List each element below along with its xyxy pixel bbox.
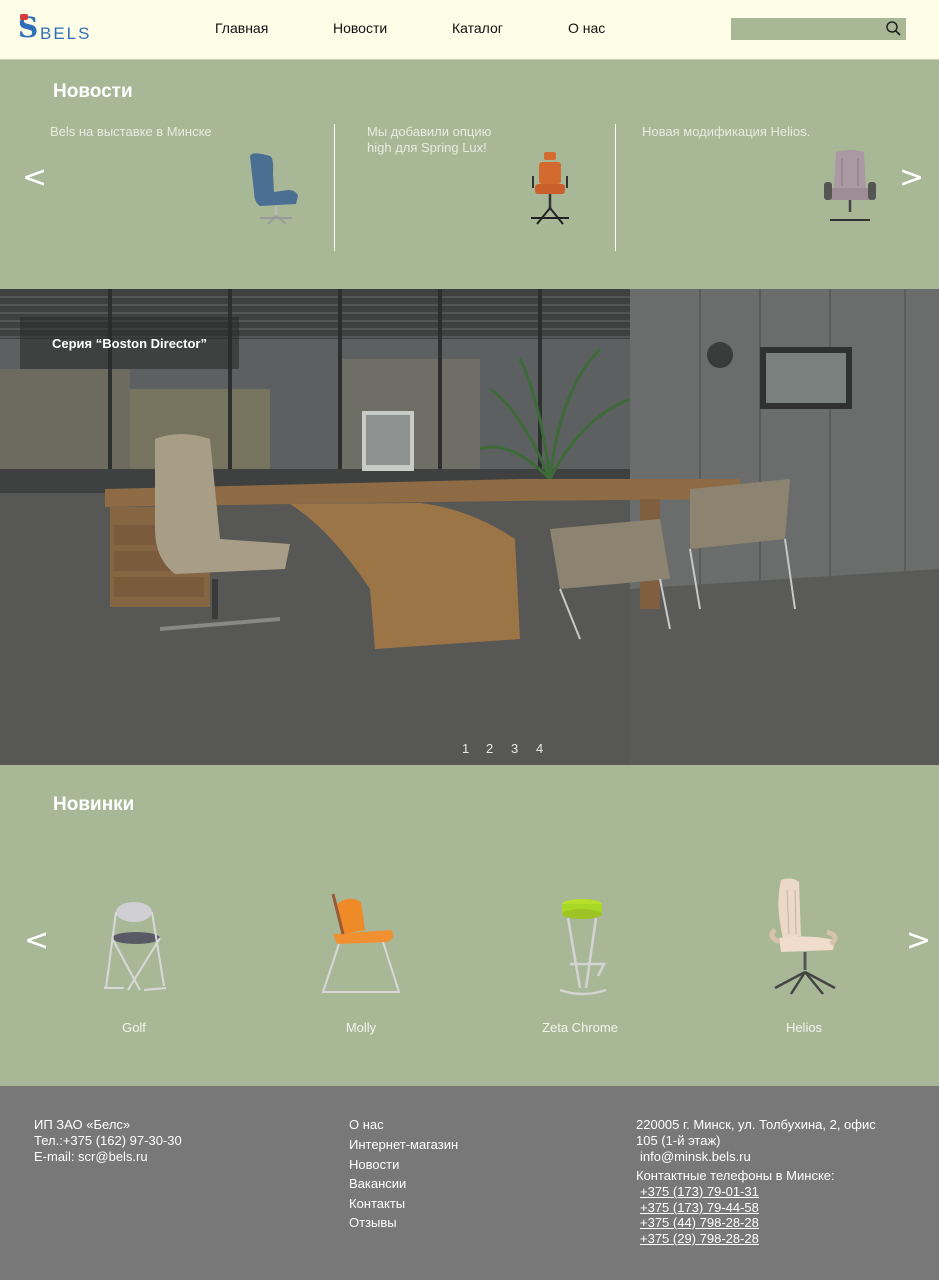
news-divider: [615, 124, 616, 251]
hero-caption: Серия “Boston Director”: [20, 317, 239, 369]
news-divider: [334, 124, 335, 251]
news-prev-arrow[interactable]: <: [22, 163, 47, 193]
nav-news[interactable]: Новости: [333, 20, 387, 36]
product-image: [559, 899, 607, 996]
nav-about[interactable]: О нас: [568, 20, 605, 36]
news-title: Новости: [53, 81, 133, 102]
footer-link-about[interactable]: О нас: [349, 1117, 384, 1132]
product-name[interactable]: Golf: [54, 1020, 214, 1035]
nav-catalog[interactable]: Каталог: [452, 20, 503, 36]
logo-accent: [20, 14, 28, 20]
news-card-image: [824, 150, 876, 221]
news-card-text: Новая модификация Helios.: [642, 124, 811, 139]
footer-email[interactable]: E-mail: scr@bels.ru: [34, 1149, 148, 1165]
footer-phone: Тел.:+375 (162) 97-30-30: [34, 1133, 182, 1148]
footer-phones-label: Контактные телефоны в Минске:: [636, 1168, 835, 1183]
footer-minsk-email[interactable]: info@minsk.bels.ru: [640, 1149, 751, 1165]
product-image: [321, 893, 401, 993]
footer-phone-link[interactable]: +375 (173) 79-44-58: [640, 1200, 759, 1215]
slider-page-4[interactable]: 4: [536, 741, 543, 756]
news-next-arrow[interactable]: >: [899, 163, 924, 193]
product-image: [104, 902, 167, 991]
footer-address-line1: 220005 г. Минск, ул. Толбухина, 2, офис: [636, 1117, 876, 1132]
news-card-image: [531, 152, 569, 225]
products-next-arrow[interactable]: >: [906, 926, 931, 956]
nav-home[interactable]: Главная: [215, 20, 268, 36]
hero-caption-text: Серия “Boston Director”: [52, 336, 207, 351]
new-products-title: Новинки: [53, 794, 135, 815]
hero-slider[interactable]: Серия “Boston Director” 1 2 3 4: [0, 289, 939, 765]
footer-link-shop[interactable]: Интернет-магазин: [349, 1137, 458, 1152]
news-card[interactable]: Bels на выставке в Минске: [50, 124, 310, 252]
site-footer: ИП ЗАО «Белс» Тел.:+375 (162) 97-30-30 E…: [0, 1086, 939, 1280]
footer-phone-link[interactable]: +375 (44) 798-28-28: [640, 1215, 759, 1230]
logo-text: BELS: [40, 24, 92, 43]
product-card[interactable]: [510, 880, 650, 1005]
news-card-text: Bels на выставке в Минске: [50, 124, 212, 139]
news-card-text: Мы добавили опцию high для Spring Lux!: [367, 124, 492, 155]
slider-page-1[interactable]: 1: [462, 741, 469, 756]
slider-page-3[interactable]: 3: [511, 741, 518, 756]
news-card[interactable]: Новая модификация Helios.: [642, 124, 882, 252]
footer-link-reviews[interactable]: Отзывы: [349, 1215, 397, 1230]
footer-phone-link[interactable]: +375 (173) 79-01-31: [640, 1184, 759, 1199]
search-icon[interactable]: [885, 20, 902, 37]
footer-address-line2: 105 (1-й этаж): [636, 1133, 721, 1148]
product-card[interactable]: [291, 880, 431, 1005]
footer-phone-link[interactable]: +375 (29) 798-28-28: [640, 1231, 759, 1246]
footer-link-contacts[interactable]: Контакты: [349, 1196, 405, 1211]
slider-page-2[interactable]: 2: [486, 741, 493, 756]
footer-link-news[interactable]: Новости: [349, 1157, 399, 1172]
product-card[interactable]: [64, 880, 204, 1005]
news-card-image: [250, 153, 298, 225]
product-name[interactable]: Molly: [281, 1020, 441, 1035]
search-input[interactable]: [731, 18, 881, 40]
footer-company: ИП ЗАО «Белс»: [34, 1117, 131, 1132]
products-prev-arrow[interactable]: <: [24, 926, 49, 956]
news-card[interactable]: Мы добавили опцию high для Spring Lux!: [367, 124, 597, 252]
footer-link-vacancies[interactable]: Вакансии: [349, 1176, 406, 1191]
product-card[interactable]: [735, 876, 875, 1005]
logo[interactable]: S BELS: [18, 14, 98, 44]
search-box: [731, 18, 906, 40]
product-name[interactable]: Helios: [724, 1020, 884, 1035]
product-image: [769, 878, 838, 995]
site-header: S BELS Главная Новости Каталог О нас: [0, 0, 939, 60]
product-name[interactable]: Zeta Chrome: [500, 1020, 660, 1035]
